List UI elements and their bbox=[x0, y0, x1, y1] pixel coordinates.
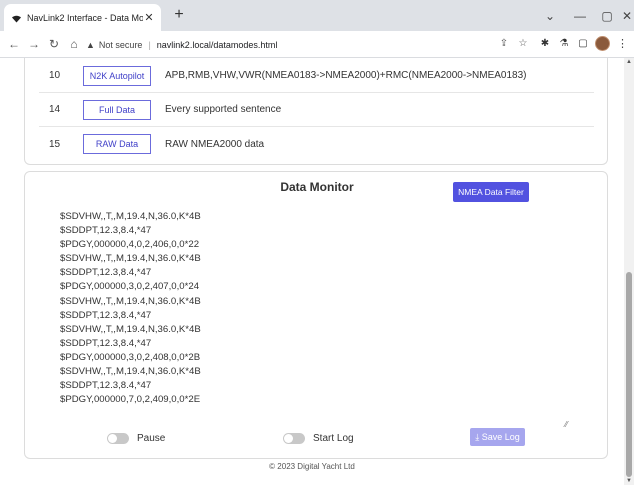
browser-tab-bar: NavLink2 Interface - Data Modes ✕ + ⌄ — … bbox=[0, 0, 634, 31]
start-log-toggle-group[interactable]: Start Log bbox=[283, 430, 354, 446]
mode-description: RAW NMEA2000 data bbox=[165, 138, 265, 150]
mode-button-full-data[interactable]: Full Data bbox=[83, 99, 151, 120]
minimize-button[interactable]: — bbox=[565, 0, 595, 31]
tab-search-icon[interactable]: ⌄ bbox=[535, 0, 565, 31]
url-separator: | bbox=[148, 39, 151, 50]
tab-close-icon[interactable]: ✕ bbox=[143, 11, 155, 24]
warning-icon: ▲ bbox=[86, 39, 95, 50]
resize-grip-icon[interactable]: ⁄⁄ bbox=[565, 420, 568, 429]
start-log-toggle[interactable] bbox=[283, 432, 305, 444]
forward-icon[interactable]: → bbox=[26, 36, 42, 52]
mode-row: 15 RAW Data RAW NMEA2000 data bbox=[39, 127, 594, 161]
scroll-down-icon[interactable]: ▼ bbox=[626, 478, 632, 484]
share-icon[interactable]: ⇪ bbox=[497, 36, 511, 52]
close-window-button[interactable]: ✕ bbox=[612, 0, 634, 31]
save-log-button[interactable]: ⤓ Save Log bbox=[470, 428, 525, 446]
mode-number: 15 bbox=[49, 138, 61, 150]
wifi-icon bbox=[10, 12, 22, 24]
data-monitor-card: Data Monitor NMEA Data Filter $SDVHW,,T,… bbox=[24, 171, 608, 459]
pause-toggle[interactable] bbox=[107, 432, 129, 444]
reload-icon[interactable]: ↻ bbox=[46, 36, 62, 52]
footer-copyright: © 2023 Digital Yacht Ltd bbox=[269, 462, 355, 471]
mode-button-n2k-autopilot[interactable]: N2K Autopilot bbox=[83, 65, 151, 86]
url-bar[interactable]: ▲ Not secure | navlink2.local/datamodes.… bbox=[86, 34, 541, 55]
tab-title: NavLink2 Interface - Data Modes bbox=[27, 12, 143, 23]
mode-number: 14 bbox=[49, 104, 61, 115]
home-icon[interactable]: ⌂ bbox=[66, 36, 82, 52]
browser-tab[interactable]: NavLink2 Interface - Data Modes ✕ bbox=[4, 4, 161, 31]
page-content: 10 N2K Autopilot APB,RMB,VHW,VWR(NMEA018… bbox=[0, 58, 624, 485]
bookmark-star-icon[interactable]: ☆ bbox=[516, 36, 530, 52]
extensions-icon[interactable]: ✱ bbox=[538, 36, 552, 52]
start-log-label: Start Log bbox=[313, 432, 354, 444]
profile-avatar[interactable] bbox=[595, 36, 610, 51]
page-scrollbar[interactable]: ▲ ▼ bbox=[624, 58, 634, 485]
mode-number: 10 bbox=[49, 70, 61, 81]
pause-label: Pause bbox=[137, 432, 166, 444]
browser-menu-icon[interactable]: ⋮ bbox=[617, 36, 628, 52]
nmea-data-filter-button[interactable]: NMEA Data Filter bbox=[453, 182, 529, 202]
mode-row: 14 Full Data Every supported sentence bbox=[39, 93, 594, 127]
url-text: navlink2.local/datamodes.html bbox=[156, 39, 278, 50]
scrollbar-thumb[interactable] bbox=[626, 272, 632, 477]
data-monitor-textarea[interactable]: $SDVHW,,T,,M,19.4,N,36.0,K*4B $SDDPT,12.… bbox=[60, 210, 570, 407]
security-label: Not secure bbox=[98, 39, 143, 50]
pause-toggle-group[interactable]: Pause bbox=[107, 430, 165, 446]
mode-description: Every supported sentence bbox=[165, 104, 282, 115]
data-modes-card: 10 N2K Autopilot APB,RMB,VHW,VWR(NMEA018… bbox=[24, 58, 608, 165]
new-tab-button[interactable]: + bbox=[170, 6, 188, 24]
back-icon[interactable]: ← bbox=[6, 36, 22, 52]
mode-button-raw-data[interactable]: RAW Data bbox=[83, 134, 151, 154]
scroll-up-icon[interactable]: ▲ bbox=[626, 59, 632, 65]
mode-row: 10 N2K Autopilot APB,RMB,VHW,VWR(NMEA018… bbox=[39, 59, 594, 93]
address-bar: ← → ↻ ⌂ ▲ Not secure | navlink2.local/da… bbox=[0, 31, 634, 58]
flask-icon[interactable]: ⚗ bbox=[557, 36, 571, 52]
mode-description: APB,RMB,VHW,VWR(NMEA0183->NMEA2000)+RMC(… bbox=[165, 70, 527, 81]
sidepanel-icon[interactable]: ▢ bbox=[576, 36, 590, 52]
